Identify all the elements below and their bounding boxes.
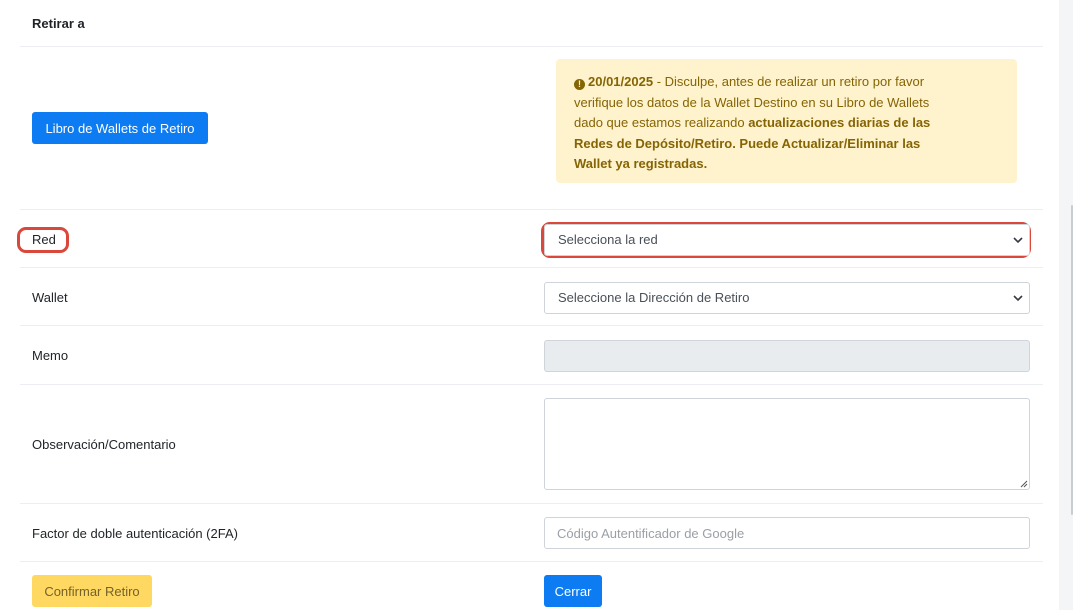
divider [20,384,1043,385]
twofa-label: Factor de doble autenticación (2FA) [32,526,238,541]
twofa-input[interactable] [544,517,1030,549]
resize-grip-icon[interactable] [1018,478,1028,488]
exclamation-circle-icon: ! [574,79,585,90]
divider [20,325,1043,326]
chevron-down-icon [1013,237,1023,244]
comment-textarea[interactable] [544,398,1030,490]
close-button[interactable]: Cerrar [544,575,602,607]
network-label: Red [32,232,56,247]
section-title: Retirar a [32,16,85,31]
divider [20,46,1043,47]
network-select-value: Selecciona la red [558,232,658,247]
withdraw-form-card: Retirar a Libro de Wallets de Retiro ! 20… [0,0,1059,610]
confirm-withdraw-button[interactable]: Confirmar Retiro [32,575,152,607]
wallet-select-value: Seleccione la Dirección de Retiro [558,290,750,305]
wallet-label: Wallet [32,290,68,305]
divider [20,209,1043,210]
wallet-select[interactable]: Seleccione la Dirección de Retiro [544,282,1030,314]
notice-date: 20/01/2025 [588,74,654,89]
memo-input [544,340,1030,372]
divider [20,503,1043,504]
divider [20,561,1043,562]
wallets-book-button[interactable]: Libro de Wallets de Retiro [32,112,208,144]
comment-label: Observación/Comentario [32,437,176,452]
notice-alert: ! 20/01/2025 - Disculpe, antes de realiza… [556,59,1017,183]
chevron-down-icon [1013,295,1023,302]
divider [20,267,1043,268]
network-select[interactable]: Selecciona la red [544,224,1030,256]
notice-text: ! 20/01/2025 - Disculpe, antes de realiza… [574,72,954,175]
memo-label: Memo [32,348,69,363]
